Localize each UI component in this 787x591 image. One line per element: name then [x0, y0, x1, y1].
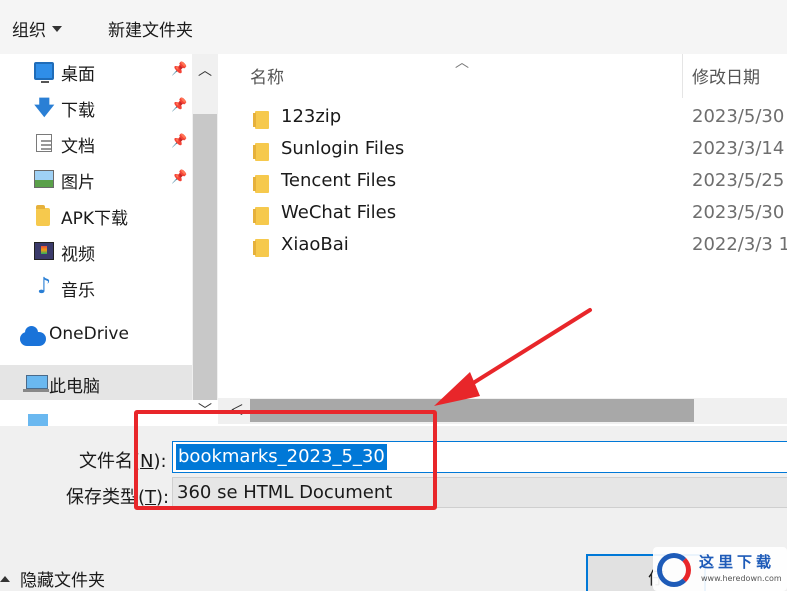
file-name: WeChat Files	[281, 202, 397, 223]
column-divider[interactable]	[682, 54, 683, 98]
file-date: 2023/5/30	[692, 202, 785, 223]
folder-icon	[253, 175, 269, 193]
nav-item-documents[interactable]: 文档 📌	[0, 126, 192, 160]
file-list: ︿ 名称 修改日期 123zip 2023/5/30 Sunlogin File…	[218, 54, 787, 398]
nav-scrollbar-thumb[interactable]	[193, 114, 217, 424]
pin-icon[interactable]: 📌	[171, 170, 187, 185]
nav-item-label: 桌面	[61, 65, 95, 85]
toolbar: 组织 新建文件夹	[0, 0, 787, 54]
folder-icon	[36, 205, 50, 226]
document-icon	[36, 134, 52, 152]
music-icon: ♪	[36, 274, 52, 299]
file-date: 2022/3/3 1	[692, 234, 787, 255]
nav-item-desktop[interactable]: 桌面 📌	[0, 54, 192, 88]
nav-item-downloads[interactable]: 🡇 下载 📌	[0, 90, 192, 124]
pictures-icon	[34, 170, 54, 188]
file-name: Tencent Files	[281, 170, 397, 191]
organize-label: 组织	[12, 21, 46, 41]
file-date: 2023/5/30	[692, 106, 785, 127]
file-date: 2023/3/14	[692, 138, 785, 159]
onedrive-icon	[20, 326, 46, 346]
file-name: 123zip	[281, 106, 342, 127]
nav-item-onedrive[interactable]: OneDrive	[0, 318, 192, 352]
column-header-name[interactable]: 名称	[250, 63, 284, 88]
pin-icon[interactable]: 📌	[171, 98, 187, 113]
file-date: 2023/5/25	[692, 170, 785, 191]
nav-item-label: APK下载	[61, 209, 129, 229]
new-folder-button[interactable]: 新建文件夹	[108, 16, 193, 41]
folder-icon	[253, 239, 269, 257]
folder-icon	[253, 111, 269, 129]
nav-item-label: 视频	[61, 245, 95, 265]
list-item[interactable]: Tencent Files 2023/5/25	[218, 166, 787, 198]
chevron-up-icon	[0, 576, 10, 582]
filename-label-text: 文件名	[79, 451, 133, 472]
pin-icon[interactable]: 📌	[171, 62, 187, 77]
list-item[interactable]: 123zip 2023/5/30	[218, 102, 787, 134]
nav-item-videos[interactable]: 视频	[0, 234, 192, 268]
file-name: XiaoBai	[281, 234, 349, 255]
sort-ascending-icon: ︿	[455, 55, 469, 71]
folder-icon	[253, 207, 269, 225]
watermark: 这里下载 www.heredown.com	[653, 547, 787, 591]
nav-item-label: OneDrive	[49, 324, 129, 344]
nav-item-label: 图片	[61, 173, 95, 193]
hide-folders-label: 隐藏文件夹	[20, 571, 105, 591]
organize-button[interactable]: 组织	[12, 16, 62, 41]
desktop-icon	[34, 62, 54, 83]
hide-folders-toggle[interactable]: 隐藏文件夹	[0, 566, 105, 591]
nav-item-apk-downloads[interactable]: APK下载	[0, 198, 192, 232]
nav-item-label: 此电脑	[49, 377, 100, 397]
list-item[interactable]: WeChat Files 2023/5/30	[218, 198, 787, 230]
column-header-date[interactable]: 修改日期	[692, 63, 760, 88]
nav-item-label: 音乐	[61, 281, 95, 301]
folder-icon	[253, 143, 269, 161]
download-icon: 🡇	[34, 95, 55, 119]
watermark-url: www.heredown.com	[701, 574, 782, 583]
save-type-label-text: 保存类型	[66, 487, 138, 508]
chevron-down-icon	[52, 26, 62, 32]
list-item[interactable]: Sunlogin Files 2023/3/14	[218, 134, 787, 166]
nav-item-music[interactable]: ♪ 音乐	[0, 270, 192, 304]
file-name: Sunlogin Files	[281, 138, 405, 159]
this-pc-icon	[23, 375, 49, 392]
list-item[interactable]: XiaoBai 2022/3/3 1	[218, 230, 787, 262]
annotation-highlight-box	[134, 410, 437, 510]
nav-item-label: 文档	[61, 137, 95, 157]
nav-item-this-pc[interactable]: 此电脑	[0, 365, 192, 400]
pin-icon[interactable]: 📌	[171, 134, 187, 149]
nav-item-pictures[interactable]: 图片 📌	[0, 162, 192, 196]
nav-scrollbar[interactable]: ︿	[192, 54, 218, 424]
video-icon	[34, 242, 54, 260]
scroll-up-icon[interactable]: ︿	[198, 60, 212, 80]
nav-item-label: 下载	[61, 101, 95, 121]
watermark-logo-icon	[657, 553, 691, 587]
watermark-title: 这里下载	[699, 553, 776, 571]
navigation-pane: 桌面 📌 🡇 下载 📌 文档 📌 图片 📌 APK下载 视频 ♪ 音乐 OneD…	[0, 54, 218, 400]
